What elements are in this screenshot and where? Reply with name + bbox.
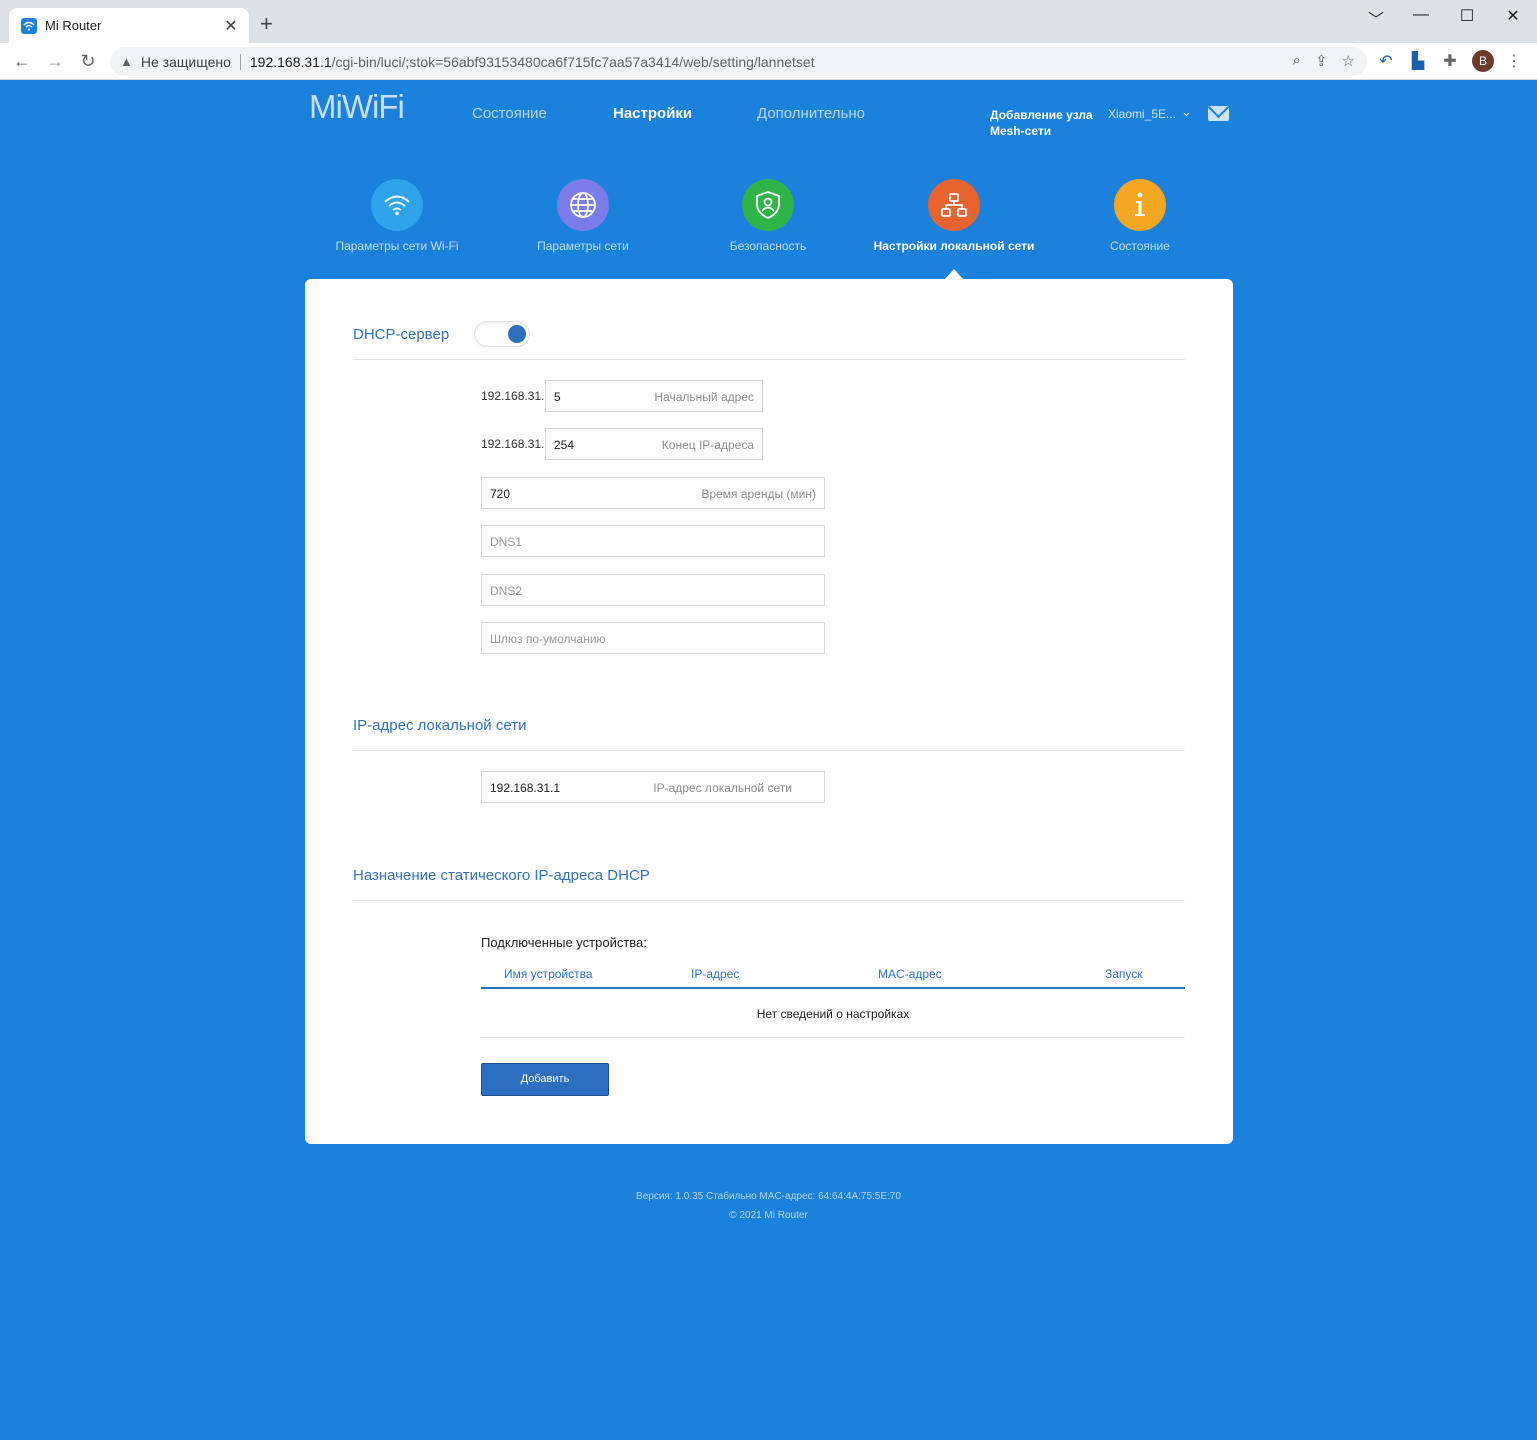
section-divider: [353, 359, 1185, 360]
footer-version: Версия: 1.0.35 Стабильно MAC-адрес: 64:6…: [636, 1191, 901, 1202]
dns1-input[interactable]: DNS1: [481, 525, 825, 557]
add-mesh-node-link[interactable]: Добавление узла Mesh-сети: [990, 107, 1093, 139]
column-mac-address: MAC-адрес: [878, 967, 942, 981]
back-icon[interactable]: ←: [11, 50, 33, 72]
warning-icon: ▲: [120, 54, 133, 69]
settings-card: DHCP-сервер 192.168.31. 5 Начальный адре…: [305, 279, 1233, 1144]
table-empty-row: Нет сведений о настройках: [756, 1007, 910, 1021]
nav-advanced[interactable]: Дополнительно: [757, 105, 865, 122]
section-divider: [353, 750, 1185, 751]
forward-icon[interactable]: →: [44, 50, 66, 72]
category-lan[interactable]: Настройки локальной сети: [864, 179, 1044, 253]
category-label: Параметры сети: [537, 239, 629, 253]
lan-ip-value: 192.168.31.1: [490, 781, 561, 795]
miwifi-logo[interactable]: MiWiFi: [309, 88, 405, 126]
active-category-pointer: [945, 269, 963, 279]
lease-time-value: 720: [490, 487, 511, 501]
wifi-favicon-icon: [21, 17, 37, 34]
start-ip-prefix: 192.168.31.: [481, 389, 545, 403]
category-status[interactable]: Состояние: [1050, 179, 1230, 253]
section-divider: [353, 900, 1185, 901]
nav-settings[interactable]: Настройки: [613, 105, 692, 122]
close-window-icon[interactable]: ✕: [1503, 6, 1523, 26]
device-selector[interactable]: Xiaomi_5E...: [1108, 107, 1176, 121]
reload-icon[interactable]: ↻: [77, 50, 99, 72]
mail-icon[interactable]: [1208, 106, 1229, 121]
category-label: Безопасность: [729, 239, 807, 253]
browser-tab-bar: Mi Router ✕ + ﹀ — ☐ ✕: [0, 0, 1537, 43]
share-icon[interactable]: ⇪: [1315, 52, 1328, 70]
lease-time-input[interactable]: 720 Время аренды (мин): [481, 477, 825, 509]
back-arrow-icon[interactable]: ↶: [1375, 51, 1397, 71]
menu-icon[interactable]: ⋮: [1503, 51, 1525, 71]
star-icon[interactable]: ☆: [1342, 52, 1355, 70]
url-host: 192.168.31.1: [249, 53, 332, 70]
table-header-line: [481, 987, 1185, 989]
shield-icon: [742, 179, 794, 231]
lease-time-placeholder: Время аренды (мин): [701, 487, 816, 501]
dns1-placeholder: DNS1: [490, 535, 523, 549]
default-gateway-input[interactable]: Шлюз по-умолчанию: [481, 622, 825, 654]
table-row-line: [481, 1037, 1185, 1038]
column-start: Запуск: [1105, 967, 1143, 981]
end-address-input[interactable]: 254 Конец IP-адреса: [545, 428, 763, 460]
bookmark-icon[interactable]: ▙: [1407, 51, 1429, 71]
tab-title: Mi Router: [45, 18, 102, 33]
url-path: /cgi-bin/luci/;stok=56abf93153480ca6f715…: [331, 53, 815, 70]
omnibox-divider: [239, 53, 241, 70]
lan-ip-placeholder: IP-адрес локальной сети: [653, 781, 792, 795]
connected-devices-label: Подключенные устройства:: [481, 935, 647, 950]
end-address-value: 254: [554, 438, 575, 452]
dns2-placeholder: DNS2: [490, 584, 523, 598]
category-label: Состояние: [1110, 239, 1170, 253]
category-label: Настройки локальной сети: [873, 239, 1035, 253]
footer-copyright: © 2021 Mi Router: [729, 1210, 808, 1221]
lan-ip-input[interactable]: 192.168.31.1 IP-адрес локальной сети: [481, 771, 825, 803]
category-label: Параметры сети Wi-Fi: [335, 239, 459, 253]
lan-ip-section-title: IP-адрес локальной сети: [353, 717, 527, 734]
start-address-value: 5: [554, 390, 561, 404]
zoom-icon[interactable]: ⌕: [1293, 52, 1301, 70]
wifi-icon: [371, 179, 423, 231]
toggle-knob: [508, 325, 526, 343]
mesh-line-2: Mesh-сети: [990, 124, 1052, 138]
profile-avatar[interactable]: B: [1472, 50, 1494, 72]
static-dhcp-section-title: Назначение статического IP-адреса DHCP: [353, 867, 650, 884]
default-gateway-placeholder: Шлюз по-умолчанию: [490, 632, 606, 646]
column-ip-address: IP-адрес: [691, 967, 740, 981]
end-ip-prefix: 192.168.31.: [481, 437, 545, 451]
category-security[interactable]: Безопасность: [678, 179, 858, 253]
dhcp-toggle[interactable]: [474, 321, 530, 347]
mesh-line-1: Добавление узла: [990, 108, 1093, 122]
start-address-placeholder: Начальный адрес: [654, 390, 754, 404]
info-icon: [1114, 179, 1166, 231]
new-tab-button[interactable]: +: [260, 13, 273, 35]
dhcp-section-title: DHCP-сервер: [353, 326, 450, 343]
extensions-icon[interactable]: ✚: [1439, 51, 1461, 71]
tab-close-icon[interactable]: ✕: [223, 16, 239, 36]
category-network[interactable]: Параметры сети: [493, 179, 673, 253]
lan-topology-icon: [928, 179, 980, 231]
dns2-input[interactable]: DNS2: [481, 574, 825, 606]
chevron-down-icon[interactable]: ⌄: [1181, 104, 1192, 120]
category-wifi[interactable]: Параметры сети Wi-Fi: [307, 179, 487, 253]
end-address-placeholder: Конец IP-адреса: [661, 438, 754, 452]
address-bar[interactable]: ▲ Не защищено 192.168.31.1 /cgi-bin/luci…: [110, 47, 1367, 76]
browser-tab[interactable]: Mi Router ✕: [9, 8, 249, 43]
column-device-name: Имя устройства: [504, 967, 593, 981]
nav-status[interactable]: Состояние: [472, 105, 547, 122]
globe-icon: [557, 179, 609, 231]
browser-toolbar: ← → ↻ ▲ Не защищено 192.168.31.1 /cgi-bi…: [0, 43, 1537, 80]
start-address-input[interactable]: 5 Начальный адрес: [545, 380, 763, 412]
security-label[interactable]: Не защищено: [141, 54, 231, 70]
tab-search-icon[interactable]: ﹀: [1366, 6, 1386, 30]
maximize-icon[interactable]: ☐: [1457, 6, 1477, 26]
add-button[interactable]: Добавить: [481, 1063, 609, 1096]
minimize-icon[interactable]: —: [1411, 6, 1431, 24]
